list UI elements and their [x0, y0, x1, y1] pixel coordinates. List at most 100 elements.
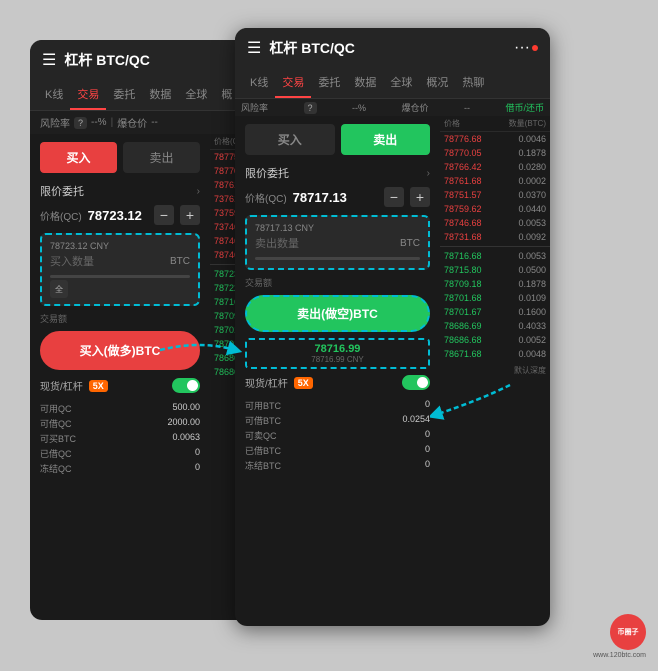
- order-type-row[interactable]: 限价委托 ›: [30, 181, 210, 201]
- stat-frozen-qc: 冻结QC 0: [40, 461, 200, 476]
- buy-button[interactable]: 买入: [40, 142, 117, 173]
- price-increase[interactable]: +: [180, 205, 200, 225]
- right-price-decrease[interactable]: −: [384, 187, 404, 207]
- right-price-item: 78715.800.0500: [440, 263, 550, 277]
- borrow-link[interactable]: 借币/还币: [505, 101, 544, 114]
- right-price-item: 78716.680.0053: [440, 249, 550, 263]
- all-btn[interactable]: 全: [50, 280, 68, 298]
- right-tab-chat[interactable]: 热聊: [455, 68, 491, 98]
- stat-borrow-qc: 可借QC 2000.00: [40, 416, 200, 431]
- right-lever-label: 爆仓价: [401, 101, 428, 114]
- right-tab-global[interactable]: 全球: [383, 68, 419, 98]
- right-price-item: 78766.420.0280: [440, 160, 550, 174]
- tab-global[interactable]: 全球: [178, 80, 214, 110]
- right-qty-slider[interactable]: [255, 257, 420, 260]
- right-tab-order[interactable]: 委托: [311, 68, 347, 98]
- tab-data[interactable]: 数据: [142, 80, 178, 110]
- right-order-type-arrow: ›: [427, 168, 430, 179]
- right-leverage-label: 现货/杠杆: [245, 375, 288, 390]
- right-stats: 可用BTC 0 可借BTC 0.0254 可卖QC 0 已借BTC 0: [235, 394, 440, 477]
- right-qty-field-row: 卖出数量 BTC: [255, 235, 420, 251]
- right-tab-trade[interactable]: 交易: [275, 68, 311, 98]
- right-stat-borrow-btc: 可借BTC 0.0254: [245, 413, 430, 428]
- right-stat-available-btc: 可用BTC 0: [245, 398, 430, 413]
- menu-icon[interactable]: ☰: [42, 50, 56, 70]
- sell-action-button[interactable]: 卖出(做空)BTC: [245, 295, 430, 332]
- right-risk-badge: ?: [304, 102, 317, 114]
- right-input-area: 78717.13 CNY 卖出数量 BTC: [245, 215, 430, 270]
- right-leverage-toggle[interactable]: [402, 375, 430, 390]
- right-price-item: 78746.680.0053: [440, 216, 550, 230]
- right-stat-frozen-btc: 冻结BTC 0: [245, 458, 430, 473]
- right-leverage-badge: 5X: [294, 377, 313, 389]
- right-tab-overview[interactable]: 概况: [419, 68, 455, 98]
- right-leverage-row: 现货/杠杆 5X: [235, 371, 440, 394]
- right-risk-label: 风险率: [241, 101, 268, 114]
- right-price-list: 价格 数量(BTC) 78776.680.0046 78770.050.1878…: [440, 116, 550, 626]
- leverage-label: 现货/杠杆: [40, 378, 83, 393]
- right-stat-borrowed-btc: 已借BTC 0: [245, 443, 430, 458]
- right-main-content: 买入 卖出 限价委托 › 价格(QC) 78717.13 − + 78717.: [235, 116, 550, 626]
- right-price-item: 78759.620.0440: [440, 202, 550, 216]
- qty-slider[interactable]: [50, 275, 190, 278]
- right-tab-kline[interactable]: K线: [243, 68, 275, 98]
- right-price-item: 78751.570.0370: [440, 188, 550, 202]
- tab-kline[interactable]: K线: [38, 80, 70, 110]
- leverage-toggle[interactable]: [172, 378, 200, 393]
- right-price-cny: 78717.13 CNY: [255, 223, 420, 233]
- right-tab-bar: K线 交易 委托 数据 全球 概况 热聊: [235, 68, 550, 99]
- current-price-cny: 78716.99 CNY: [253, 355, 422, 364]
- order-type-arrow: ›: [197, 186, 200, 197]
- right-price-item: 78701.670.1600: [440, 305, 550, 319]
- page-wrapper: ☰ 杠杆 BTC/QC ··· K线 交易 委托 数据 全球 概 风险率 ? -…: [0, 0, 658, 671]
- current-price-big: 78716.99: [253, 343, 422, 355]
- qty-placeholder[interactable]: 买入数量: [50, 253, 94, 269]
- right-fee-label: 交易额: [235, 274, 440, 291]
- right-price-label: 价格(QC): [245, 190, 287, 205]
- stat-available-qc: 可用QC 500.00: [40, 401, 200, 416]
- right-order-type-row[interactable]: 限价委托 ›: [235, 163, 440, 183]
- tab-order[interactable]: 委托: [106, 80, 142, 110]
- right-qty-placeholder[interactable]: 卖出数量: [255, 235, 299, 251]
- right-qty-unit: BTC: [400, 238, 420, 249]
- right-menu-icon[interactable]: ☰: [247, 38, 261, 58]
- price-value: 78723.12: [88, 208, 148, 223]
- current-price-box: 78716.99 78716.99 CNY: [245, 338, 430, 369]
- fee-label: 交易额: [30, 310, 210, 327]
- lever-label: 爆仓价: [117, 115, 147, 130]
- price-decrease[interactable]: −: [154, 205, 174, 225]
- right-price-row: 价格(QC) 78717.13 − +: [235, 183, 440, 211]
- right-form: 买入 卖出 限价委托 › 价格(QC) 78717.13 − + 78717.: [235, 116, 440, 626]
- right-title: 杠杆 BTC/QC: [269, 38, 514, 58]
- right-order-type-label: 限价委托: [245, 165, 289, 181]
- right-tab-data[interactable]: 数据: [347, 68, 383, 98]
- order-type-label: 限价委托: [40, 183, 84, 199]
- right-more-icon[interactable]: ···: [514, 39, 530, 57]
- right-lever-value: --: [464, 103, 470, 113]
- qty-unit: BTC: [170, 256, 190, 267]
- qty-field-row: 买入数量 BTC: [50, 253, 190, 269]
- risk-value: --%: [91, 117, 107, 128]
- buy-sell-row: 买入 卖出: [30, 134, 210, 181]
- sell-button[interactable]: 卖出: [123, 142, 200, 173]
- logo-watermark: 币圈子 www.120btc.com: [593, 614, 646, 659]
- left-stats: 可用QC 500.00 可借QC 2000.00 可买BTC 0.0063 已借…: [30, 397, 210, 480]
- right-top-bar: ☰ 杠杆 BTC/QC ···: [235, 28, 550, 68]
- right-info-bar: 风险率 ? --% 爆仓价 -- 借币/还币: [235, 99, 550, 116]
- right-buy-button[interactable]: 买入: [245, 124, 335, 155]
- risk-label: 风险率: [40, 115, 70, 130]
- price-label: 价格(QC): [40, 208, 82, 223]
- tab-trade[interactable]: 交易: [70, 80, 106, 110]
- right-price-increase[interactable]: +: [410, 187, 430, 207]
- right-price-item: 78776.680.0046: [440, 132, 550, 146]
- stat-borrowed-qc: 已借QC 0: [40, 446, 200, 461]
- right-depth-label[interactable]: 默认深度: [440, 361, 550, 380]
- right-stat-sellable-qc: 可卖QC 0: [245, 428, 430, 443]
- risk-badge: ?: [74, 117, 87, 129]
- right-price-item: 78761.680.0002: [440, 174, 550, 188]
- right-sell-button[interactable]: 卖出: [341, 124, 431, 155]
- stat-buyable-btc: 可买BTC 0.0063: [40, 431, 200, 446]
- right-price-list-header: 价格 数量(BTC): [440, 116, 550, 132]
- buy-action-button[interactable]: 买入(做多)BTC: [40, 331, 200, 370]
- leverage-row: 现货/杠杆 5X: [30, 374, 210, 397]
